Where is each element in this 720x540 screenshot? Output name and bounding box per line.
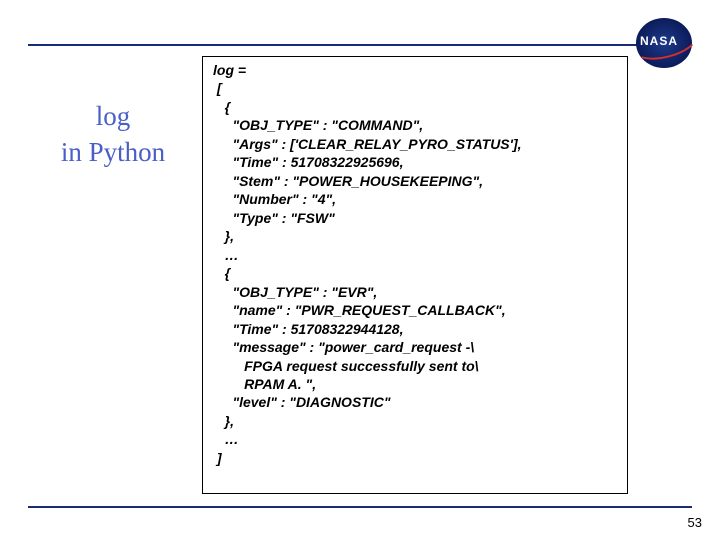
bottom-divider (28, 506, 692, 508)
top-divider (28, 44, 692, 46)
nasa-logo: NASA (636, 18, 698, 68)
title-line-1: log (96, 101, 131, 131)
nasa-swoosh-icon (629, 20, 700, 65)
slide-title: log in Python (38, 98, 188, 171)
title-line-2: in Python (61, 137, 165, 167)
page-number: 53 (688, 515, 702, 530)
code-block: log = [ { "OBJ_TYPE" : "COMMAND", "Args"… (202, 56, 628, 494)
